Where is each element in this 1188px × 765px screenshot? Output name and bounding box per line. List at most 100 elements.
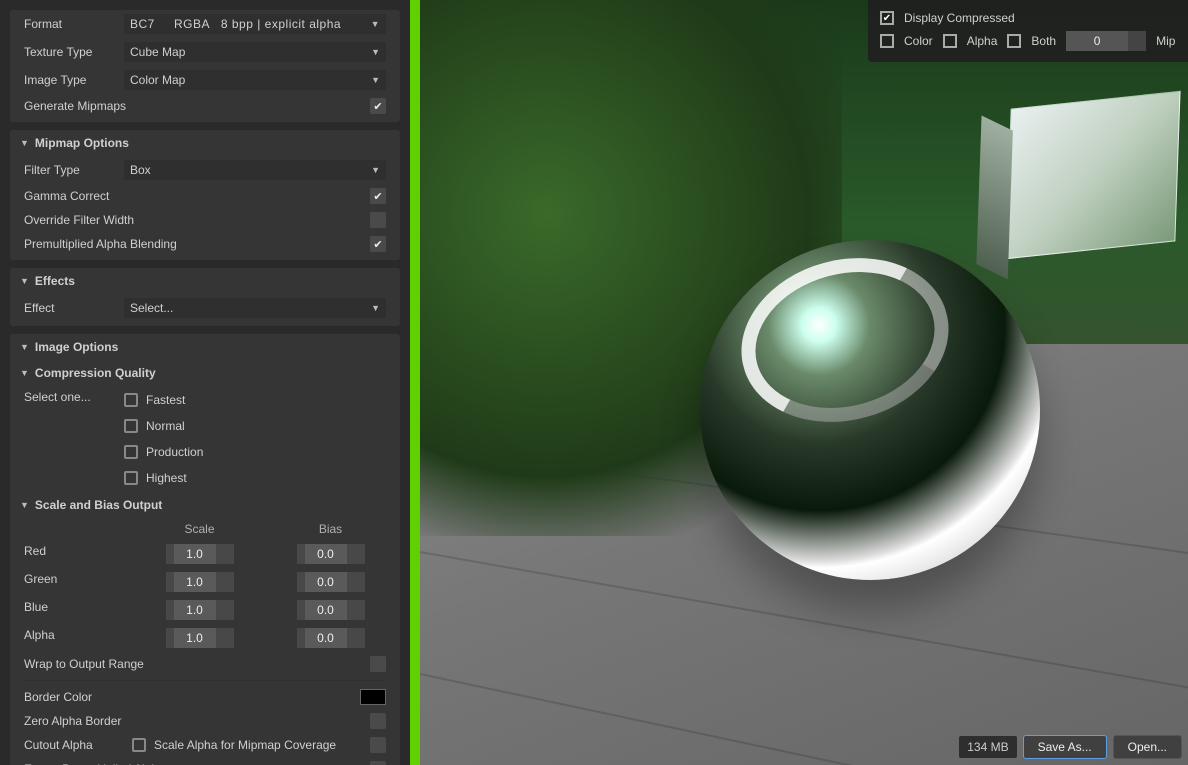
chevron-down-icon: ▼ <box>20 342 29 352</box>
checkbox-zero-alpha[interactable] <box>370 713 386 729</box>
input-bias-blue[interactable]: 0.0 <box>297 600 365 620</box>
preview-scene <box>420 0 1188 765</box>
section-effects[interactable]: ▼ Effects <box>10 268 400 294</box>
checkbox-icon <box>124 471 138 485</box>
section-title-mipmap: Mipmap Options <box>35 136 129 150</box>
channel-label: Blue <box>24 600 124 620</box>
label-generate-mipmaps: Generate Mipmaps <box>24 99 370 113</box>
select-image-type-value: Color Map <box>130 73 185 87</box>
row-zero-alpha-border: Zero Alpha Border <box>10 709 400 733</box>
checkbox-gamma-correct[interactable] <box>370 188 386 204</box>
select-texture-type-value: Cube Map <box>130 45 185 59</box>
section-scale-bias[interactable]: ▼ Scale and Bias Output <box>10 492 400 518</box>
label-color: Color <box>904 34 933 48</box>
compression-option-fastest[interactable]: Fastest <box>124 390 185 410</box>
section-image-options[interactable]: ▼ Image Options <box>10 334 400 360</box>
label-both: Both <box>1031 34 1056 48</box>
row-format: Format BC7 RGBA 8 bpp | explicit alpha ▼ <box>10 10 400 38</box>
row-cutout-alpha: Cutout Alpha Scale Alpha for Mipmap Cove… <box>10 733 400 757</box>
select-effect-value: Select... <box>130 301 173 315</box>
section-title-image-options: Image Options <box>35 340 118 354</box>
checkbox-export-premult[interactable] <box>370 761 386 765</box>
section-mipmap-options[interactable]: ▼ Mipmap Options <box>10 130 400 156</box>
label-cutout-alpha: Cutout Alpha <box>24 738 124 752</box>
checkbox-display-compressed[interactable] <box>880 11 894 25</box>
label-border-color: Border Color <box>24 690 360 704</box>
compression-option-normal[interactable]: Normal <box>124 416 185 436</box>
bottom-bar: 134 MB Save As... Open... <box>959 735 1182 759</box>
splitter-handle[interactable] <box>410 0 420 765</box>
header-bias: Bias <box>275 522 386 536</box>
chevron-down-icon: ▼ <box>371 47 380 57</box>
label-gamma-correct: Gamma Correct <box>24 189 370 203</box>
preview-viewport[interactable]: Display Compressed Color Alpha Both 0 Mi… <box>420 0 1188 765</box>
option-label: Highest <box>146 471 187 485</box>
label-alpha: Alpha <box>967 34 998 48</box>
select-format-value: BC7 RGBA 8 bpp | explicit alpha <box>130 17 341 31</box>
label-image-type: Image Type <box>24 73 124 87</box>
label-wrap: Wrap to Output Range <box>24 657 370 671</box>
checkbox-generate-mipmaps[interactable] <box>370 98 386 114</box>
input-scale-alpha[interactable]: 1.0 <box>166 628 234 648</box>
card-mipmap-options: ▼ Mipmap Options Filter Type Box ▼ Gamma… <box>10 130 400 260</box>
label-select-one: Select one... <box>24 390 124 404</box>
input-bias-red[interactable]: 0.0 <box>297 544 365 564</box>
label-texture-type: Texture Type <box>24 45 124 59</box>
checkbox-cutout-alpha[interactable] <box>132 738 146 752</box>
input-bias-green[interactable]: 0.0 <box>297 572 365 592</box>
label-zero-alpha: Zero Alpha Border <box>24 714 370 728</box>
input-mip[interactable]: 0 <box>1066 31 1146 51</box>
input-scale-red[interactable]: 1.0 <box>166 544 234 564</box>
scale-bias-row-red: Red 1.0 0.0 <box>10 540 400 568</box>
chevron-down-icon: ▼ <box>371 75 380 85</box>
chevron-down-icon: ▼ <box>371 303 380 313</box>
open-button[interactable]: Open... <box>1113 735 1182 759</box>
checkbox-icon <box>124 445 138 459</box>
select-filter-type[interactable]: Box ▼ <box>124 160 386 180</box>
checkbox-premult[interactable] <box>370 236 386 252</box>
card-basic: Format BC7 RGBA 8 bpp | explicit alpha ▼… <box>10 10 400 122</box>
section-compression[interactable]: ▼ Compression Quality <box>10 360 400 386</box>
compression-option-production[interactable]: Production <box>124 442 203 462</box>
scale-bias-row-blue: Blue 1.0 0.0 <box>10 596 400 624</box>
channel-label: Green <box>24 572 124 592</box>
row-border-color: Border Color <box>10 685 400 709</box>
select-filter-type-value: Box <box>130 163 151 177</box>
select-effect[interactable]: Select... ▼ <box>124 298 386 318</box>
channel-label: Red <box>24 544 124 564</box>
section-title-effects: Effects <box>35 274 75 288</box>
label-mip: Mip <box>1156 34 1175 48</box>
save-as-button[interactable]: Save As... <box>1023 735 1107 759</box>
input-scale-blue[interactable]: 1.0 <box>166 600 234 620</box>
option-label: Production <box>146 445 203 459</box>
header-scale: Scale <box>144 522 255 536</box>
card-effects: ▼ Effects Effect Select... ▼ <box>10 268 400 326</box>
select-texture-type[interactable]: Cube Map ▼ <box>124 42 386 62</box>
channel-label: Alpha <box>24 628 124 648</box>
grid-scale-bias: Scale Bias <box>10 518 400 540</box>
checkbox-override-fw[interactable] <box>370 212 386 228</box>
section-title-scale-bias: Scale and Bias Output <box>35 498 162 512</box>
row-effect: Effect Select... ▼ <box>10 294 400 322</box>
swatch-border-color[interactable] <box>360 689 386 705</box>
input-scale-green[interactable]: 1.0 <box>166 572 234 592</box>
input-bias-alpha[interactable]: 0.0 <box>297 628 365 648</box>
section-title-compression: Compression Quality <box>35 366 156 380</box>
compression-option-highest[interactable]: Highest <box>124 468 187 488</box>
row-compression-options: Select one... Fastest Normal Production Hig… <box>10 386 400 492</box>
chevron-down-icon: ▼ <box>371 165 380 175</box>
select-format[interactable]: BC7 RGBA 8 bpp | explicit alpha ▼ <box>124 14 386 34</box>
select-image-type[interactable]: Color Map ▼ <box>124 70 386 90</box>
checkbox-alpha[interactable] <box>943 34 957 48</box>
row-image-type: Image Type Color Map ▼ <box>10 66 400 94</box>
checkbox-scale-alpha-mip[interactable] <box>370 737 386 753</box>
row-display-compressed: Display Compressed <box>880 8 1176 28</box>
chevron-down-icon: ▼ <box>371 19 380 29</box>
checkbox-both[interactable] <box>1007 34 1021 48</box>
row-filter-type: Filter Type Box ▼ <box>10 156 400 184</box>
chevron-down-icon: ▼ <box>20 276 29 286</box>
option-label: Normal <box>146 419 185 433</box>
row-premult-alpha: Premultiplied Alpha Blending <box>10 232 400 256</box>
checkbox-wrap[interactable] <box>370 656 386 672</box>
checkbox-color[interactable] <box>880 34 894 48</box>
